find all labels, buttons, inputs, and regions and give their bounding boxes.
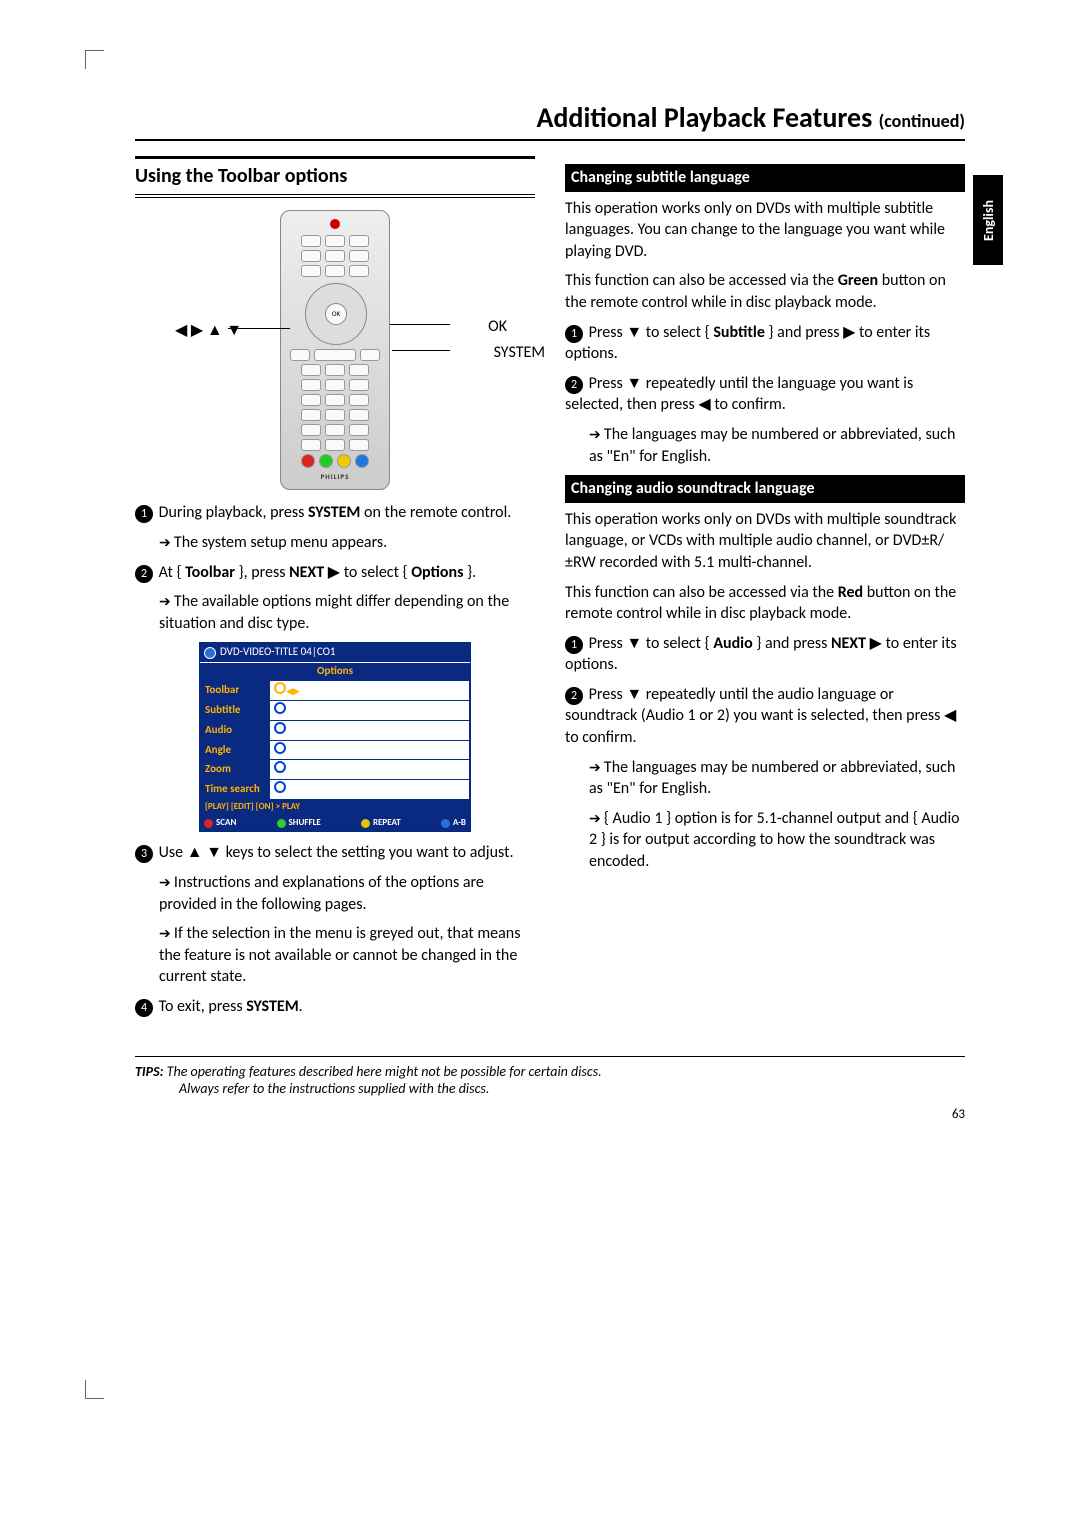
step-number-icon: 2 — [135, 565, 153, 583]
subtitle-step-1: 1 Press ▼ to select { Subtitle } and pre… — [565, 322, 965, 365]
step-number-icon: 1 — [565, 636, 583, 654]
menu-row-label: Angle — [201, 740, 270, 760]
step-number-icon: 4 — [135, 999, 153, 1017]
crop-mark-bottom-left — [85, 1380, 104, 1399]
page-content: Additional Playback Features (continued)… — [135, 100, 965, 1122]
remote-illustration: ◀ ▶ ▲ ▼ OK SYSTEM OK — [135, 210, 535, 490]
menu-row-label: Audio — [201, 720, 270, 740]
leader-line — [392, 350, 450, 351]
remote-brand: PHILIPS — [287, 472, 383, 481]
onscreen-menu: DVD-VIDEO-TITLE 04|CO1 Options Toolbar S… — [199, 642, 471, 832]
title-continued: (continued) — [879, 110, 965, 132]
step-number-icon: 2 — [565, 376, 583, 394]
page-title: Additional Playback Features (continued) — [135, 100, 965, 141]
subheading-audio: Changing audio soundtrack language — [565, 475, 965, 503]
audio-desc: This operation works only on DVDs with m… — [565, 509, 965, 574]
audio-red-note: This function can also be accessed via t… — [565, 582, 965, 625]
left-column: Using the Toolbar options ◀ ▶ ▲ ▼ OK SYS… — [135, 156, 535, 1026]
audio-step-2-note-2: { Audio 1 } option is for 5.1-channel ou… — [589, 808, 965, 873]
remote-ok-button: OK — [325, 303, 347, 325]
subtitle-step-2: 2 Press ▼ repeatedly until the language … — [565, 373, 965, 416]
subheading-subtitle: Changing subtitle language — [565, 164, 965, 192]
menu-row-label: Zoom — [201, 760, 270, 780]
crop-mark-top-left — [85, 50, 104, 69]
leader-line — [390, 324, 450, 325]
tips-line-1: The operating features described here mi… — [167, 1063, 602, 1080]
subtitle-step-2-note: The languages may be numbered or abbrevi… — [589, 424, 965, 467]
step-2-note: The available options might differ depen… — [159, 591, 535, 634]
menu-title: DVD-VIDEO-TITLE 04|CO1 — [220, 645, 335, 660]
callout-dpad: ◀ ▶ ▲ ▼ — [175, 320, 242, 342]
language-tab-label: English — [980, 200, 997, 241]
tips-section: TIPS: The operating features described h… — [135, 1056, 965, 1097]
step-number-icon: 3 — [135, 845, 153, 863]
menu-bottom-bar: SCAN SHUFFLE REPEAT A-B — [200, 815, 470, 831]
callout-system: SYSTEM — [494, 342, 545, 364]
step-number-icon: 2 — [565, 687, 583, 705]
remote-control: OK PHILIPS — [280, 210, 390, 490]
menu-options-header: Options — [200, 662, 470, 680]
step-number-icon: 1 — [565, 325, 583, 343]
title-main: Additional Playback Features — [536, 100, 878, 135]
right-column: Changing subtitle language This operatio… — [565, 156, 965, 1026]
menu-navline: [PLAY] [EDIT] [ON] > PLAY — [201, 800, 470, 815]
tips-line-2: Always refer to the instructions supplie… — [179, 1080, 489, 1097]
step-number-icon: 1 — [135, 505, 153, 523]
step-1: 1 During playback, press SYSTEM on the r… — [135, 502, 535, 524]
audio-step-2: 2 Press ▼ repeatedly until the audio lan… — [565, 684, 965, 749]
language-tab: English — [973, 175, 1003, 265]
disc-icon — [204, 647, 216, 659]
tips-label: TIPS: — [135, 1063, 164, 1080]
remote-led — [330, 219, 340, 229]
leader-line — [228, 328, 290, 329]
step-1-note: The system setup menu appears. — [159, 532, 535, 554]
step-4: 4 To exit, press SYSTEM. — [135, 996, 535, 1018]
callout-ok: OK — [488, 316, 507, 338]
menu-row-label: Subtitle — [201, 700, 270, 720]
audio-step-2-note-1: The languages may be numbered or abbrevi… — [589, 757, 965, 800]
subtitle-desc: This operation works only on DVDs with m… — [565, 198, 965, 263]
step-2: 2 At { Toolbar }, press NEXT ▶ to select… — [135, 562, 535, 584]
menu-row-label: Time search — [201, 780, 270, 800]
step-3-note-2: If the selection in the menu is greyed o… — [159, 923, 535, 988]
step-3-note-1: Instructions and explanations of the opt… — [159, 872, 535, 915]
menu-row-label: Toolbar — [201, 681, 270, 701]
step-3: 3 Use ▲ ▼ keys to select the setting you… — [135, 842, 535, 864]
subtitle-green-note: This function can also be accessed via t… — [565, 270, 965, 313]
page-number: 63 — [135, 1107, 965, 1122]
section-heading: Using the Toolbar options — [135, 156, 535, 198]
audio-step-1: 1 Press ▼ to select { Audio } and press … — [565, 633, 965, 676]
